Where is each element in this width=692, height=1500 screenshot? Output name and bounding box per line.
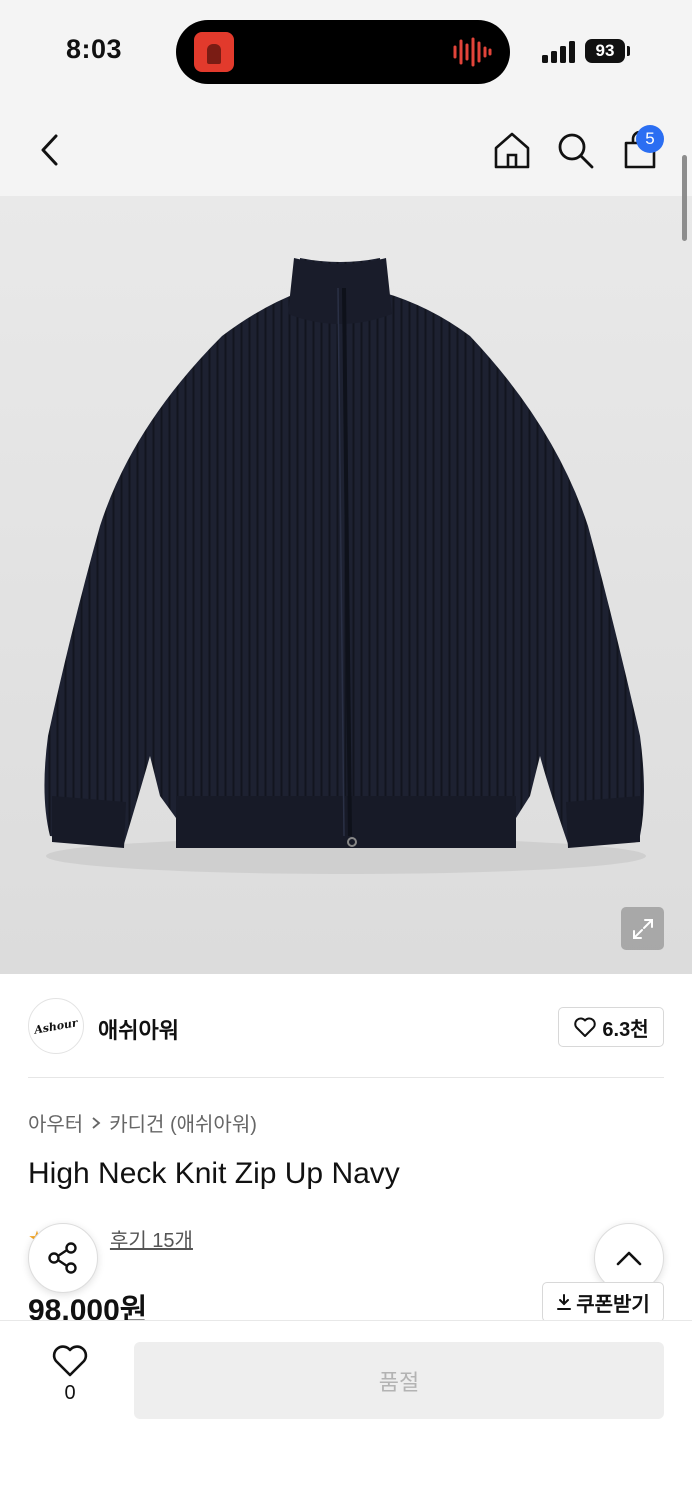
brand-like-button[interactable]: 6.3천 (558, 1007, 664, 1047)
coupon-label: 쿠폰받기 (576, 1293, 650, 1316)
chevron-up-icon (616, 1251, 642, 1266)
heart-icon (574, 1017, 597, 1037)
wishlist-count: 0 (64, 1382, 76, 1404)
brand-like-count: 6.3천 (602, 1018, 649, 1041)
brand-name[interactable]: 애쉬아워 (98, 1013, 179, 1045)
wishlist-button[interactable]: 0 (40, 1344, 100, 1414)
audio-waveform-icon (453, 37, 492, 67)
battery-tip (627, 46, 630, 56)
expand-image-button[interactable] (621, 907, 664, 950)
product-title: High Neck Knit Zip Up Navy (28, 1157, 400, 1190)
expand-icon (632, 918, 653, 939)
cart-count-badge: 5 (636, 125, 664, 153)
dynamic-island[interactable] (176, 20, 510, 84)
divider (28, 1077, 664, 1078)
review-count-link[interactable]: 후기 15개 (110, 1224, 193, 1253)
breadcrumb: 아우터 카디건 (애쉬아워) (28, 1108, 257, 1137)
download-icon (557, 1294, 572, 1310)
share-button[interactable] (28, 1223, 98, 1293)
cardigan-illustration (44, 258, 646, 874)
status-bar: 8:03 93 (0, 0, 692, 100)
product-image[interactable] (0, 196, 692, 974)
soldout-button[interactable]: 품절 (134, 1342, 664, 1419)
cellular-signal-icon (542, 41, 575, 63)
search-button[interactable] (553, 128, 597, 172)
brand-logo[interactable]: Ashour (28, 998, 84, 1054)
scroll-indicator[interactable] (682, 155, 687, 241)
now-playing-artwork (194, 32, 234, 72)
heart-icon (52, 1345, 88, 1377)
battery-icon: 93 (585, 39, 625, 63)
brand-logo-text: Ashour (33, 1015, 79, 1037)
home-icon (494, 132, 530, 169)
home-button[interactable] (490, 128, 534, 172)
breadcrumb-subcategory[interactable]: 카디건 (애쉬아워) (109, 1108, 257, 1137)
coupon-button[interactable]: 쿠폰받기 (542, 1282, 664, 1322)
chevron-right-icon (92, 1116, 101, 1129)
back-icon (41, 134, 58, 166)
breadcrumb-category[interactable]: 아우터 (28, 1108, 83, 1137)
brand-row[interactable]: Ashour 애쉬아워 6.3천 (28, 998, 664, 1056)
search-icon (558, 133, 594, 169)
back-button[interactable] (30, 128, 70, 172)
share-icon (48, 1242, 77, 1274)
status-time: 8:03 (66, 34, 123, 64)
